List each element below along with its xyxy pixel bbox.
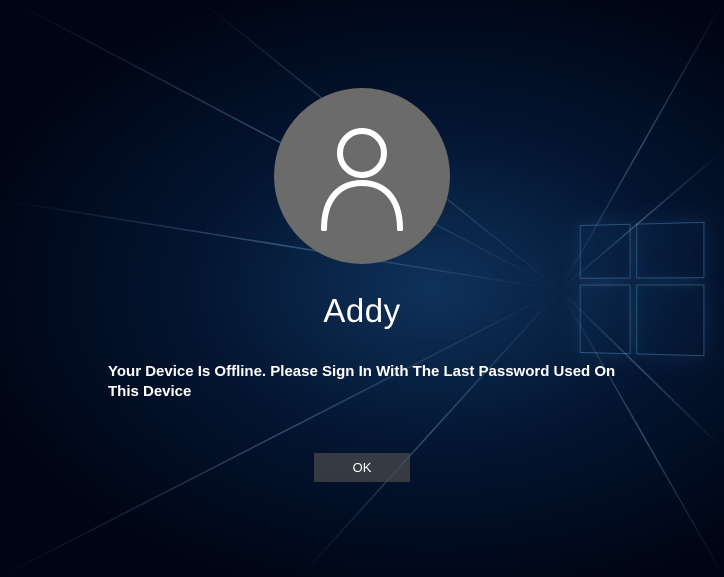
- status-message: Your Device Is Offline. Please Sign In W…: [102, 362, 622, 403]
- ok-button[interactable]: OK: [314, 453, 410, 482]
- login-panel: Addy Your Device Is Offline. Please Sign…: [0, 0, 724, 577]
- username-label: Addy: [323, 292, 400, 330]
- user-avatar: [274, 88, 450, 264]
- person-icon: [312, 121, 412, 231]
